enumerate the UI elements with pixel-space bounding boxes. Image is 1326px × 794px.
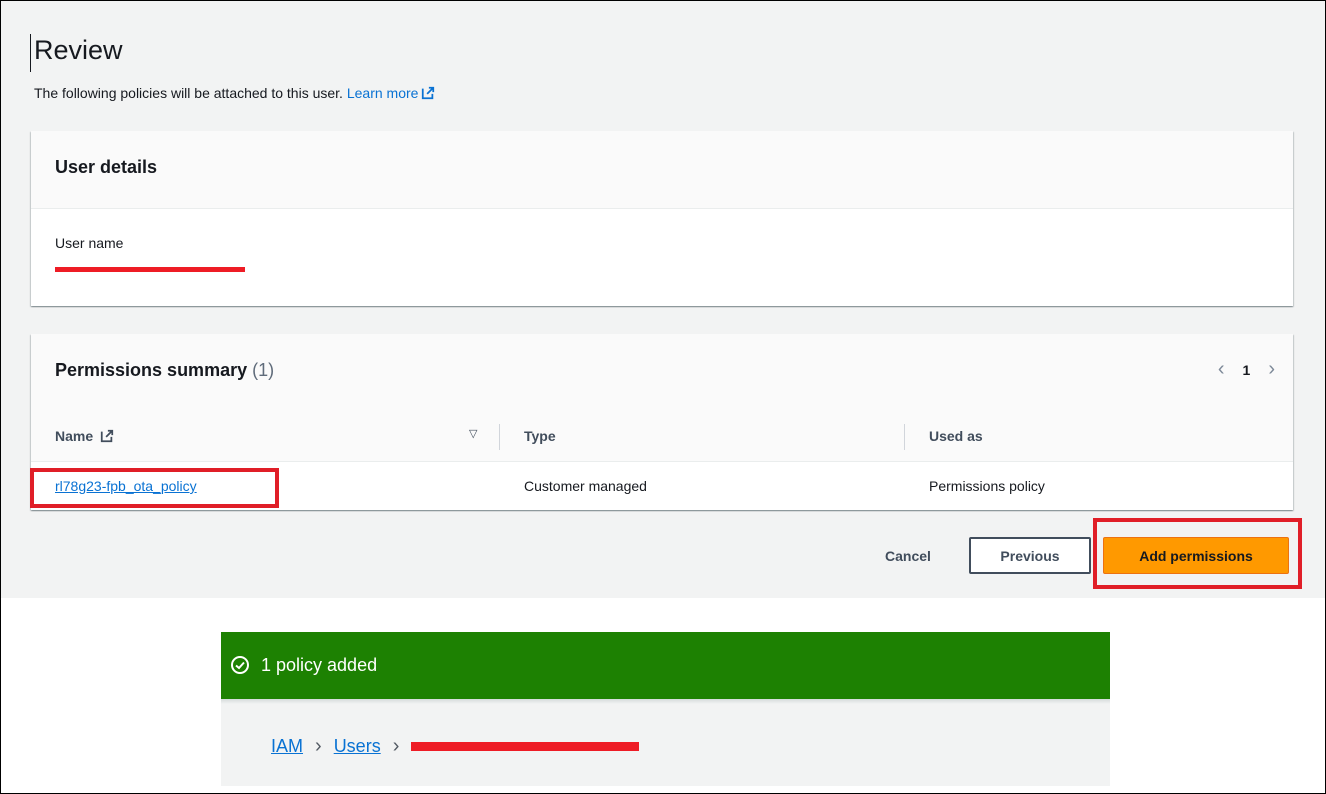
previous-button[interactable]: Previous [969, 537, 1091, 574]
cancel-button[interactable]: Cancel [856, 537, 960, 574]
check-circle-icon [231, 656, 249, 674]
text-caret [30, 34, 31, 72]
learn-more-link[interactable]: Learn more [347, 85, 436, 101]
redaction-bar [411, 742, 640, 751]
pagination: ‹ 1 › [1218, 358, 1275, 381]
success-flash-banner: 1 policy added [221, 632, 1110, 699]
external-link-icon [422, 86, 435, 100]
column-divider [904, 424, 905, 450]
breadcrumb-area: IAM › Users › [221, 699, 1110, 786]
breadcrumb-iam-link[interactable]: IAM [271, 736, 303, 757]
policy-highlight-box [30, 468, 279, 508]
flash-shadow [221, 699, 1110, 704]
description-text: The following policies will be attached … [34, 85, 343, 101]
chevron-right-icon[interactable]: › [1268, 358, 1275, 381]
page-description: The following policies will be attached … [34, 85, 435, 101]
breadcrumb: IAM › Users › [271, 735, 640, 758]
redaction-bar [55, 267, 245, 272]
column-divider [499, 424, 500, 450]
permissions-heading-text: Permissions summary [55, 360, 248, 380]
column-name-label: Name [55, 428, 94, 444]
chevron-right-icon: › [392, 735, 400, 757]
page-number[interactable]: 1 [1243, 362, 1251, 378]
user-details-header: User details [31, 131, 1293, 209]
user-details-heading: User details [55, 157, 158, 177]
chevron-left-icon[interactable]: ‹ [1218, 358, 1225, 381]
policy-used-as: Permissions policy [929, 478, 1045, 494]
external-link-icon [100, 429, 114, 443]
permissions-heading: Permissions summary (1) [55, 360, 274, 381]
flash-message: 1 policy added [261, 655, 378, 675]
column-type-header[interactable]: Type [524, 428, 556, 444]
permissions-count: (1) [252, 360, 275, 380]
add-button-highlight-box [1093, 518, 1302, 589]
column-name-header[interactable]: Name [55, 428, 114, 444]
learn-more-label: Learn more [346, 85, 419, 101]
column-used-as-header[interactable]: Used as [929, 428, 983, 444]
page-title: Review [34, 35, 123, 65]
user-details-card: User details User name [31, 131, 1293, 306]
sort-down-icon[interactable]: ▽ [469, 427, 477, 440]
user-name-label: User name [55, 235, 124, 251]
table-header: Name ▽ Type Used as [31, 412, 1293, 462]
permissions-header: Permissions summary (1) ‹ 1 › [31, 334, 1293, 412]
policy-type: Customer managed [524, 478, 647, 494]
breadcrumb-users-link[interactable]: Users [334, 736, 381, 757]
chevron-right-icon: › [315, 735, 322, 757]
